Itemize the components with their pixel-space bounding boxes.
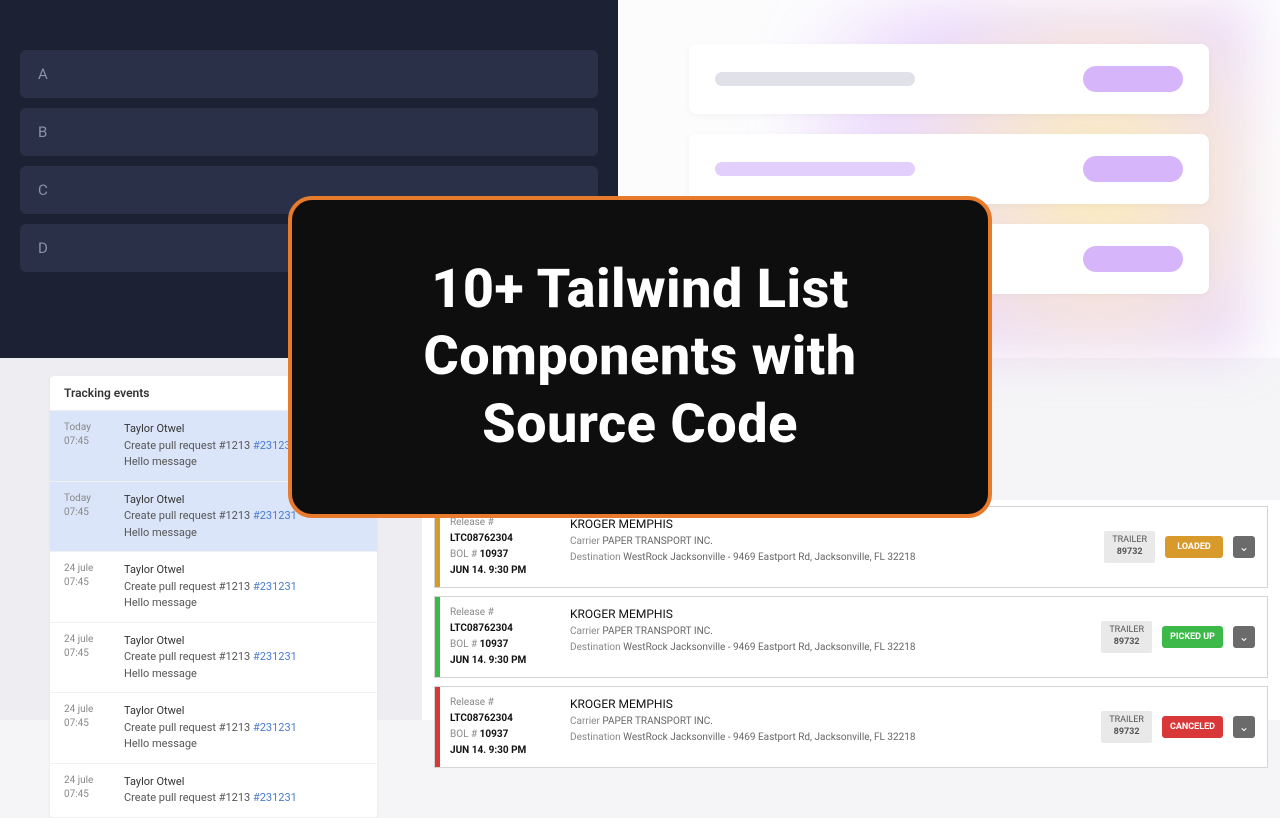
tracking-link[interactable]: #231231 [253, 650, 297, 663]
shipping-meta: Release # LTC08762304BOL # 10937JUN 14. … [440, 687, 560, 767]
chevron-down-icon: ⌄ [1239, 540, 1249, 554]
tracking-body: Taylor OtwelCreate pull request #1213 #2… [124, 774, 363, 807]
tracking-item[interactable]: 24 jule07:45Taylor OtwelCreate pull requ… [50, 552, 377, 623]
trailer-badge: TRAILER89732 [1101, 711, 1152, 742]
alpha-item-a[interactable]: A [20, 50, 598, 98]
tracking-body: Taylor OtwelCreate pull request #1213 #2… [124, 633, 363, 683]
shipping-row[interactable]: Release # LTC08762304BOL # 10937JUN 14. … [434, 596, 1268, 678]
tracking-date: Today07:45 [64, 492, 124, 542]
status-badge: CANCELED [1162, 716, 1223, 738]
tracking-date: 24 jule07:45 [64, 774, 124, 807]
shipping-details: KROGER MEMPHISCarrier PAPER TRANSPORT IN… [560, 687, 1089, 767]
skeleton-pill-placeholder [1083, 66, 1183, 92]
shipping-details: KROGER MEMPHISCarrier PAPER TRANSPORT IN… [560, 597, 1089, 677]
skeleton-card[interactable] [689, 134, 1209, 204]
shipping-list-panel: Release # LTC08762304BOL # 10937JUN 14. … [422, 500, 1280, 720]
trailer-badge: TRAILER89732 [1104, 531, 1155, 562]
shipping-meta: Release # LTC08762304BOL # 10937JUN 14. … [440, 597, 560, 677]
tracking-date: 24 jule07:45 [64, 562, 124, 612]
expand-button[interactable]: ⌄ [1233, 716, 1255, 738]
tracking-date: 24 jule07:45 [64, 703, 124, 753]
status-badge: PICKED UP [1162, 626, 1223, 648]
skeleton-pill-placeholder [1083, 156, 1183, 182]
skeleton-pill-placeholder [1083, 246, 1183, 272]
chevron-down-icon: ⌄ [1239, 630, 1249, 644]
status-badge: LOADED [1165, 536, 1223, 558]
tracking-link[interactable]: #231231 [253, 509, 297, 522]
tracking-link[interactable]: #231231 [253, 791, 297, 804]
chevron-down-icon: ⌄ [1239, 720, 1249, 734]
tracking-item[interactable]: 24 jule07:45Taylor OtwelCreate pull requ… [50, 693, 377, 764]
expand-button[interactable]: ⌄ [1233, 536, 1255, 558]
title-card: 10+ Tailwind List Components with Source… [288, 196, 992, 518]
tracking-link[interactable]: #231231 [253, 721, 297, 734]
shipping-row[interactable]: Release # LTC08762304BOL # 10937JUN 14. … [434, 506, 1268, 588]
title-text: 10+ Tailwind List Components with Source… [352, 256, 928, 459]
tracking-body: Taylor OtwelCreate pull request #1213 #2… [124, 562, 363, 612]
alpha-item-b[interactable]: B [20, 108, 598, 156]
tracking-item[interactable]: 24 jule07:45Taylor OtwelCreate pull requ… [50, 623, 377, 694]
tracking-body: Taylor OtwelCreate pull request #1213 #2… [124, 703, 363, 753]
shipping-row[interactable]: Release # LTC08762304BOL # 10937JUN 14. … [434, 686, 1268, 768]
skeleton-card[interactable] [689, 44, 1209, 114]
skeleton-text-placeholder [715, 72, 915, 86]
tracking-date: Today07:45 [64, 421, 124, 471]
shipping-details: KROGER MEMPHISCarrier PAPER TRANSPORT IN… [560, 507, 1092, 587]
shipping-meta: Release # LTC08762304BOL # 10937JUN 14. … [440, 507, 560, 587]
tracking-date: 24 jule07:45 [64, 633, 124, 683]
skeleton-text-placeholder [715, 162, 915, 176]
expand-button[interactable]: ⌄ [1233, 626, 1255, 648]
trailer-badge: TRAILER89732 [1101, 621, 1152, 652]
tracking-link[interactable]: #231231 [253, 580, 297, 593]
tracking-item[interactable]: 24 jule07:45Taylor OtwelCreate pull requ… [50, 764, 377, 818]
